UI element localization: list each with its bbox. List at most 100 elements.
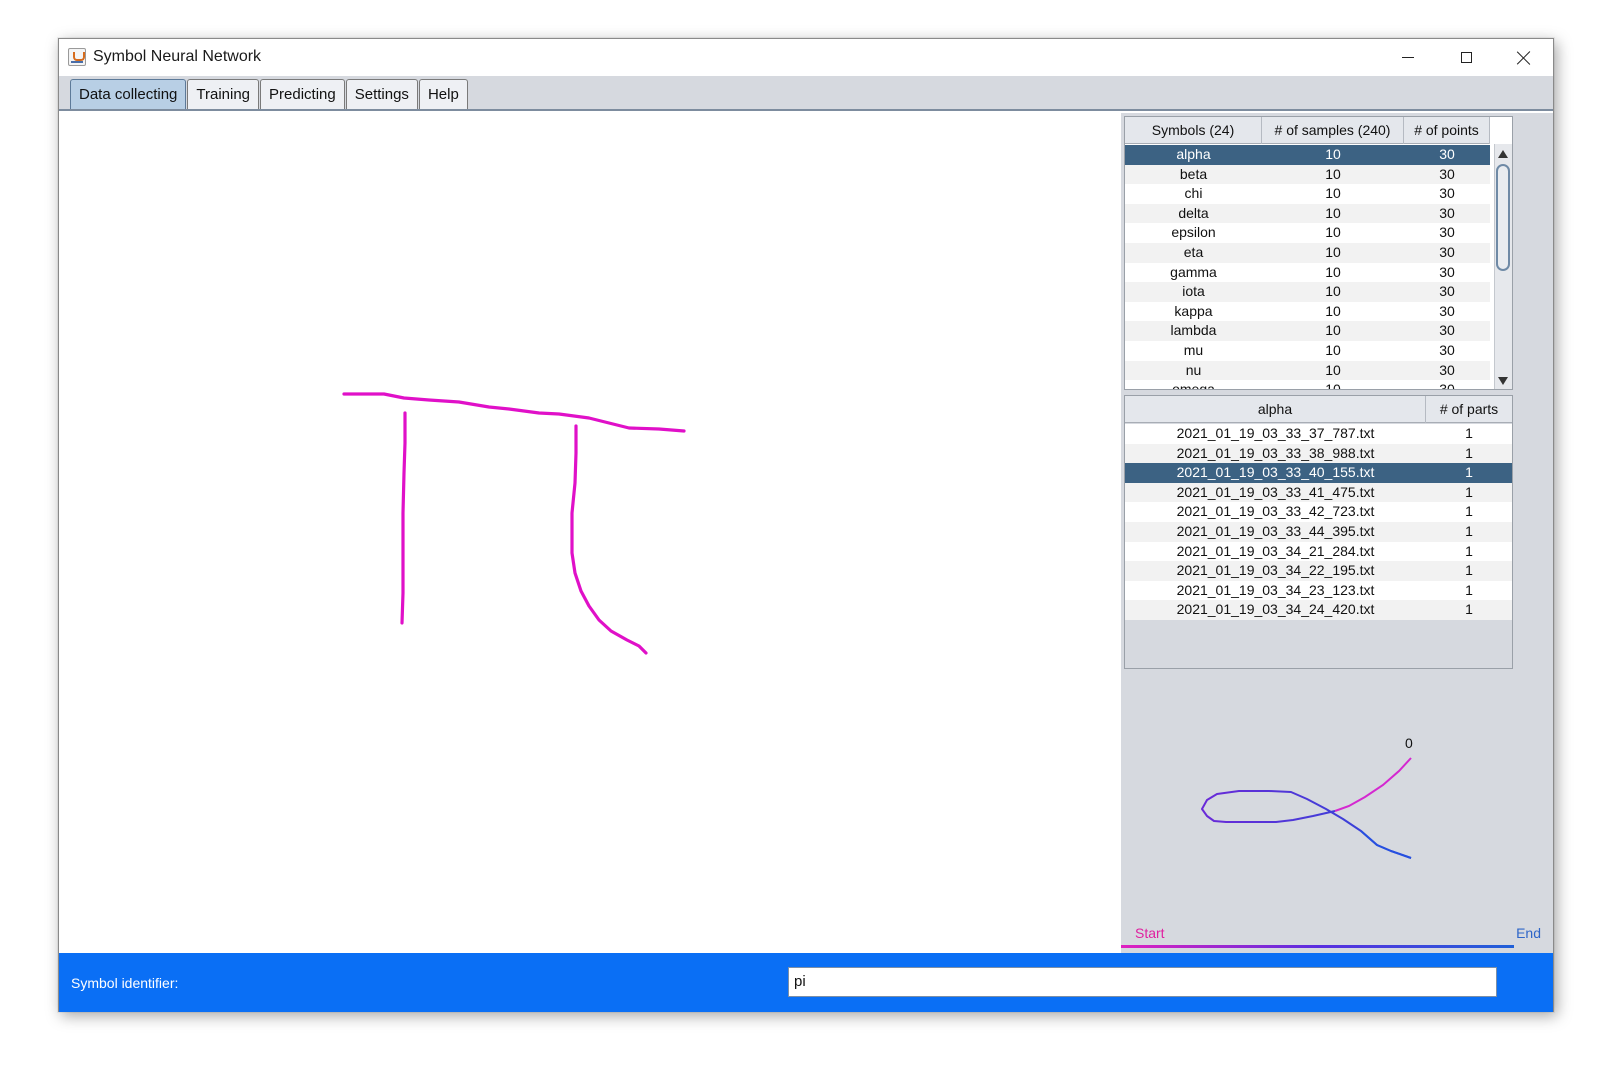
- column-header-sample-file[interactable]: alpha: [1125, 396, 1426, 423]
- tab-help[interactable]: Help: [418, 79, 468, 109]
- sample-row[interactable]: 2021_01_19_03_33_44_395.txt 1: [1125, 521, 1512, 542]
- right-panel: Symbols (24) # of samples (240) # of poi…: [1121, 113, 1553, 953]
- parts-count-cell: 1: [1465, 562, 1473, 579]
- tab-strip: Data collecting Training Predicting Sett…: [59, 76, 1553, 111]
- symbol-row[interactable]: lambda 10 30: [1125, 321, 1490, 341]
- symbols-table-body: alpha 10 30 beta 10 30 chi 10 30 delta 10 30 epsilon…: [1125, 145, 1490, 390]
- parts-count-cell: 1: [1465, 503, 1473, 520]
- point-count-cell: 30: [1439, 283, 1455, 300]
- drawn-stroke-horizontal: [342, 392, 686, 433]
- point-count-cell: 30: [1439, 302, 1455, 319]
- symbol-row[interactable]: epsilon 10 30: [1125, 223, 1490, 243]
- sample-file-cell: 2021_01_19_03_34_22_195.txt: [1176, 562, 1375, 579]
- column-header-symbols[interactable]: Symbols (24): [1125, 117, 1262, 144]
- symbol-name-cell: mu: [1183, 341, 1204, 358]
- symbol-row[interactable]: chi 10 30: [1125, 184, 1490, 204]
- sample-file-cell: 2021_01_19_03_34_21_284.txt: [1176, 542, 1375, 559]
- start-end-gradient-bar: [1121, 945, 1514, 948]
- symbol-name-cell: omega: [1172, 381, 1215, 390]
- maximize-button[interactable]: [1437, 39, 1495, 76]
- samples-table-body: 2021_01_19_03_33_37_787.txt 1 2021_01_19_0…: [1125, 424, 1512, 620]
- title-bar[interactable]: Symbol Neural Network: [59, 39, 1553, 76]
- symbols-scrollbar[interactable]: [1494, 144, 1512, 389]
- symbol-name-cell: kappa: [1174, 302, 1213, 319]
- part-index-label: 0: [1405, 735, 1413, 751]
- sample-row[interactable]: 2021_01_19_03_34_23_123.txt 1: [1125, 580, 1512, 601]
- column-header-points[interactable]: # of points: [1404, 117, 1490, 144]
- sample-row[interactable]: 2021_01_19_03_33_38_988.txt 1: [1125, 443, 1512, 464]
- sample-count-cell: 10: [1325, 224, 1341, 241]
- sample-row[interactable]: 2021_01_19_03_34_21_284.txt 1: [1125, 541, 1512, 562]
- tab-predicting[interactable]: Predicting: [260, 79, 345, 109]
- drawing-surface: [342, 392, 686, 655]
- symbol-name-cell: epsilon: [1171, 224, 1216, 241]
- symbol-name-cell: delta: [1178, 204, 1209, 221]
- sample-count-cell: 10: [1325, 341, 1341, 358]
- point-count-cell: 30: [1439, 146, 1455, 162]
- scroll-thumb[interactable]: [1496, 164, 1510, 271]
- symbol-row[interactable]: eta 10 30: [1125, 242, 1490, 263]
- point-count-cell: 30: [1439, 243, 1455, 260]
- parts-count-cell: 1: [1465, 581, 1473, 598]
- point-count-cell: 30: [1439, 361, 1455, 378]
- scroll-down-icon[interactable]: [1498, 377, 1508, 385]
- tab-data-collecting[interactable]: Data collecting: [70, 79, 187, 109]
- point-count-cell: 30: [1439, 185, 1455, 202]
- symbol-row[interactable]: omega 10 30: [1125, 380, 1490, 390]
- symbol-row[interactable]: alpha 10 30: [1125, 145, 1490, 165]
- symbol-identifier-label: Symbol identifier:: [71, 975, 179, 991]
- symbol-row[interactable]: nu 10 30: [1125, 360, 1490, 381]
- parts-count-cell: 1: [1465, 483, 1473, 500]
- sample-row[interactable]: 2021_01_19_03_33_37_787.txt 1: [1125, 424, 1512, 444]
- symbol-row[interactable]: iota 10 30: [1125, 282, 1490, 302]
- sample-count-cell: 10: [1325, 204, 1341, 221]
- sample-row[interactable]: 2021_01_19_03_34_24_420.txt 1: [1125, 600, 1512, 620]
- sample-row[interactable]: 2021_01_19_03_34_22_195.txt 1: [1125, 561, 1512, 581]
- close-button[interactable]: [1495, 39, 1553, 76]
- point-count-cell: 30: [1439, 381, 1455, 390]
- tab-training[interactable]: Training: [187, 79, 260, 109]
- maximize-icon: [1460, 52, 1472, 63]
- sample-row[interactable]: 2021_01_19_03_33_41_475.txt 1: [1125, 482, 1512, 503]
- scroll-up-icon[interactable]: [1498, 150, 1508, 158]
- sample-file-cell: 2021_01_19_03_34_23_123.txt: [1176, 581, 1375, 598]
- point-count-cell: 30: [1439, 322, 1455, 339]
- tab-settings[interactable]: Settings: [345, 79, 418, 109]
- column-header-parts[interactable]: # of parts: [1426, 396, 1512, 423]
- minimize-button[interactable]: [1379, 39, 1437, 76]
- sample-count-cell: 10: [1325, 146, 1341, 162]
- point-count-cell: 30: [1439, 204, 1455, 221]
- point-count-cell: 30: [1439, 165, 1455, 182]
- parts-count-cell: 1: [1465, 464, 1473, 481]
- symbol-identifier-input[interactable]: pi: [788, 967, 1497, 997]
- point-count-cell: 30: [1439, 263, 1455, 280]
- symbols-table: Symbols (24) # of samples (240) # of poi…: [1124, 116, 1513, 390]
- parts-count-cell: 1: [1465, 601, 1473, 618]
- column-header-samples[interactable]: # of samples (240): [1262, 117, 1404, 144]
- symbol-name-cell: iota: [1182, 283, 1205, 300]
- sample-file-cell: 2021_01_19_03_34_24_420.txt: [1176, 601, 1375, 618]
- sample-row[interactable]: 2021_01_19_03_33_42_723.txt 1: [1125, 502, 1512, 522]
- symbol-row[interactable]: kappa 10 30: [1125, 301, 1490, 322]
- symbols-table-header: Symbols (24) # of samples (240) # of poi…: [1125, 117, 1490, 144]
- symbol-row[interactable]: beta 10 30: [1125, 164, 1490, 185]
- drawn-stroke-right-leg: [570, 424, 648, 655]
- bottom-bar: Symbol identifier: pi: [59, 953, 1553, 1012]
- symbol-name-cell: chi: [1184, 185, 1203, 202]
- sample-row[interactable]: 2021_01_19_03_33_40_155.txt 1: [1125, 463, 1512, 483]
- symbol-row[interactable]: mu 10 30: [1125, 340, 1490, 361]
- preview-stroke-loop: [1201, 790, 1412, 859]
- sample-file-cell: 2021_01_19_03_33_42_723.txt: [1176, 503, 1375, 520]
- sample-count-cell: 10: [1325, 322, 1341, 339]
- drawing-canvas[interactable]: [59, 113, 1121, 953]
- point-count-cell: 30: [1439, 341, 1455, 358]
- sample-count-cell: 10: [1325, 185, 1341, 202]
- sample-file-cell: 2021_01_19_03_33_41_475.txt: [1176, 483, 1375, 500]
- sample-count-cell: 10: [1325, 243, 1341, 260]
- java-app-icon: [68, 48, 86, 66]
- symbol-row[interactable]: gamma 10 30: [1125, 262, 1490, 283]
- sample-preview: 0 Start End: [1121, 673, 1553, 949]
- symbol-row[interactable]: delta 10 30: [1125, 203, 1490, 224]
- minimize-icon: [1402, 57, 1414, 58]
- window-title: Symbol Neural Network: [93, 48, 262, 65]
